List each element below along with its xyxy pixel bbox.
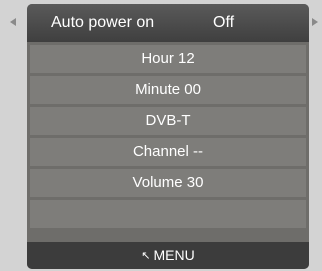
auto-power-on-label: Auto power on	[51, 14, 155, 31]
menu-item-minute[interactable]: Minute 00	[30, 76, 306, 104]
auto-power-on-value: Off	[213, 14, 235, 31]
menu-item-dvb-t[interactable]: DVB-T	[30, 107, 306, 135]
menu-footer[interactable]: ↖ MENU	[27, 242, 309, 269]
return-icon: ↖	[141, 250, 151, 262]
auto-power-on-row[interactable]: Auto power on Off	[27, 4, 309, 42]
menu-item-empty	[30, 200, 306, 228]
right-arrow-icon[interactable]	[312, 18, 318, 26]
menu-item-channel[interactable]: Channel --	[30, 138, 306, 166]
menu-item-volume[interactable]: Volume 30	[30, 169, 306, 197]
menu-item-hour[interactable]: Hour 12	[30, 45, 306, 73]
settings-menu-panel: Auto power on Off Hour 12 Minute 00 DVB-…	[27, 4, 309, 269]
menu-list: Hour 12 Minute 00 DVB-T Channel -- Volum…	[30, 45, 306, 231]
left-arrow-icon[interactable]	[10, 18, 16, 26]
menu-label: MENU	[153, 247, 195, 263]
